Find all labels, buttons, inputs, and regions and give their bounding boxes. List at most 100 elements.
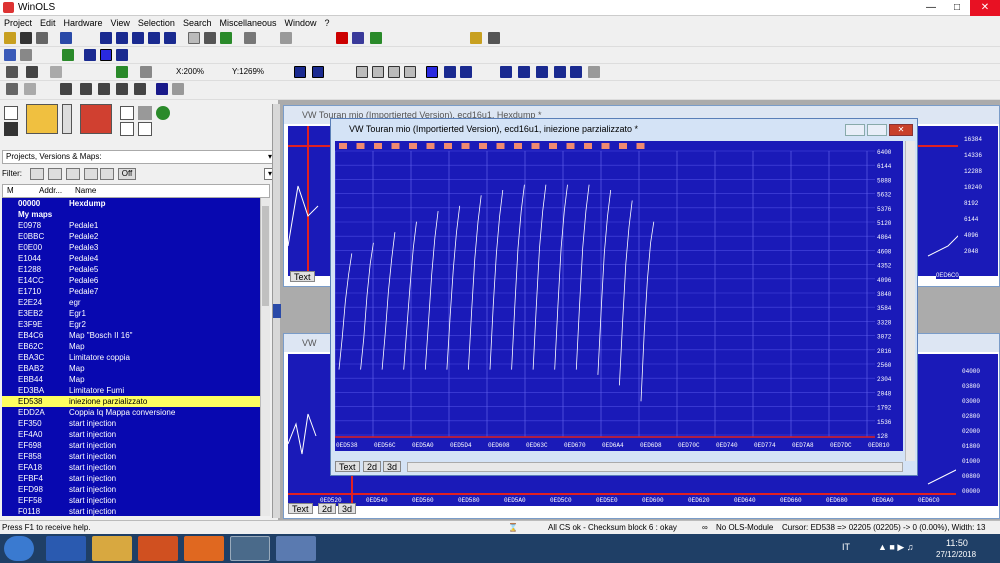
tool-icon[interactable] [100,49,112,61]
eye-icon[interactable] [6,66,18,78]
scrollbar-thumb[interactable] [262,206,269,306]
tool-icon[interactable] [116,66,128,78]
export-icon[interactable] [244,32,256,44]
tag-icon[interactable] [352,32,364,44]
doc-icon[interactable] [134,83,146,95]
list-item[interactable]: F0118 start injection [2,506,270,516]
minimize-button[interactable]: — [918,0,944,16]
format-icon[interactable] [356,66,368,78]
window-icon[interactable] [60,32,72,44]
window-close-button[interactable]: ✕ [889,124,913,136]
filter-icon[interactable] [84,168,98,180]
tab-text[interactable]: Text [288,503,313,514]
menu-project[interactable]: Project [0,16,36,30]
explorer-icon[interactable] [92,536,132,561]
sigma-icon[interactable] [172,83,184,95]
project-folder-icon[interactable] [80,104,112,134]
last-icon[interactable] [164,32,176,44]
menu-hardware[interactable]: Hardware [60,16,107,30]
copy-icon[interactable] [204,32,216,44]
open-icon[interactable] [4,32,16,44]
tab-text[interactable]: Text [335,461,360,472]
list-item[interactable]: E0BBC Pedale2 [2,231,270,242]
grid-icon[interactable] [132,32,144,44]
cut-icon[interactable] [6,83,18,95]
org-icon[interactable] [588,66,600,78]
compare-icon[interactable] [138,122,152,136]
close-button[interactable]: ✕ [970,0,1000,16]
doc-icon[interactable] [116,83,128,95]
tool-icon[interactable] [84,49,96,61]
list-item[interactable]: EF858 start injection [2,451,270,462]
new-project-icon[interactable] [4,106,18,120]
list-item[interactable]: E1044 Pedale4 [2,253,270,264]
globe-icon[interactable] [156,106,170,120]
tilde-icon[interactable] [500,66,512,78]
list-icon[interactable] [188,32,200,44]
clock-time[interactable]: 11:50 [946,538,968,548]
tool-icon[interactable] [62,49,74,61]
col-addr[interactable]: Addr... [39,185,62,197]
tool-icon[interactable] [4,49,16,61]
flag-icon[interactable] [370,32,382,44]
list-scrollbar[interactable] [260,198,270,516]
paint-icon[interactable] [276,536,316,561]
lang-indicator[interactable]: IT [842,542,850,552]
tool-icon[interactable] [140,66,152,78]
list-item[interactable]: EB4C6 Map "Bosch II 16" [2,330,270,341]
window-max-button[interactable] [867,124,887,136]
filter-icon[interactable] [48,168,62,180]
filter-off-button[interactable]: Off [118,168,136,180]
sigma-icon[interactable] [156,83,168,95]
filter-icon[interactable] [30,168,44,180]
delta-icon[interactable] [536,66,548,78]
list-item[interactable]: EBA3C Limitatore coppia [2,352,270,363]
list-item[interactable]: E14CC Pedale6 [2,275,270,286]
version-icon[interactable] [120,122,134,136]
search-icon[interactable] [280,32,292,44]
list-item[interactable]: EBAB2 Map [2,363,270,374]
window-min-button[interactable] [845,124,865,136]
doc-icon[interactable] [80,83,92,95]
projects-selector[interactable]: Projects, Versions & Maps: ▾ [2,150,276,164]
tab-2d[interactable]: 2d [318,503,337,514]
list-item[interactable]: E1710 Pedale7 [2,286,270,297]
list-item[interactable]: E3F9E Egr2 [2,319,270,330]
list-item[interactable]: My maps [2,209,270,220]
list-item[interactable]: EFBF4 start injection [2,473,270,484]
tray-icons[interactable]: ▲ ■ ▶ ♫ [878,542,914,553]
tool-icon[interactable] [20,49,32,61]
marker-icon[interactable] [336,32,348,44]
collapse-arrow-icon[interactable] [273,304,281,318]
view-icon[interactable] [294,66,306,78]
list-item[interactable]: EBB44 Map [2,374,270,385]
list-item[interactable]: E0978 Pedale1 [2,220,270,231]
firefox-icon[interactable] [184,536,224,561]
list-item[interactable]: EDD2A Coppia Iq Mappa conversione [2,407,270,418]
maximize-button[interactable]: □ [944,0,970,16]
menu-miscellaneous[interactable]: Miscellaneous [215,16,280,30]
chart-vscroll[interactable] [905,141,915,461]
list-item[interactable]: EFD98 start injection [2,484,270,495]
help-icon[interactable] [470,32,482,44]
print-icon[interactable] [36,32,48,44]
tab-2d[interactable]: 2d [363,461,382,472]
open-folder-icon[interactable] [26,104,58,134]
x1-icon[interactable] [554,66,566,78]
list-item[interactable]: EFA18 start injection [2,462,270,473]
menu-window[interactable]: Window [281,16,321,30]
col-m[interactable]: M [7,185,14,197]
next-icon[interactable] [148,32,160,44]
menu-view[interactable]: View [107,16,134,30]
list-item[interactable]: EFF58 start injection [2,495,270,506]
menu-edit[interactable]: Edit [36,16,60,30]
ie-icon[interactable] [46,536,86,561]
clock-date[interactable]: 27/12/2018 [936,550,976,559]
start-icon[interactable] [4,536,34,561]
list-item[interactable]: ED538 iniezione parzializzato [2,396,270,407]
add-version-icon[interactable] [120,106,134,120]
first-icon[interactable] [100,32,112,44]
import-icon[interactable] [220,32,232,44]
iniezione-chart[interactable]: 6400 6144 5888 5632 5376 5120 4864 4608 4352 4096… [335,141,903,451]
list-item[interactable]: E0E00 Pedale3 [2,242,270,253]
